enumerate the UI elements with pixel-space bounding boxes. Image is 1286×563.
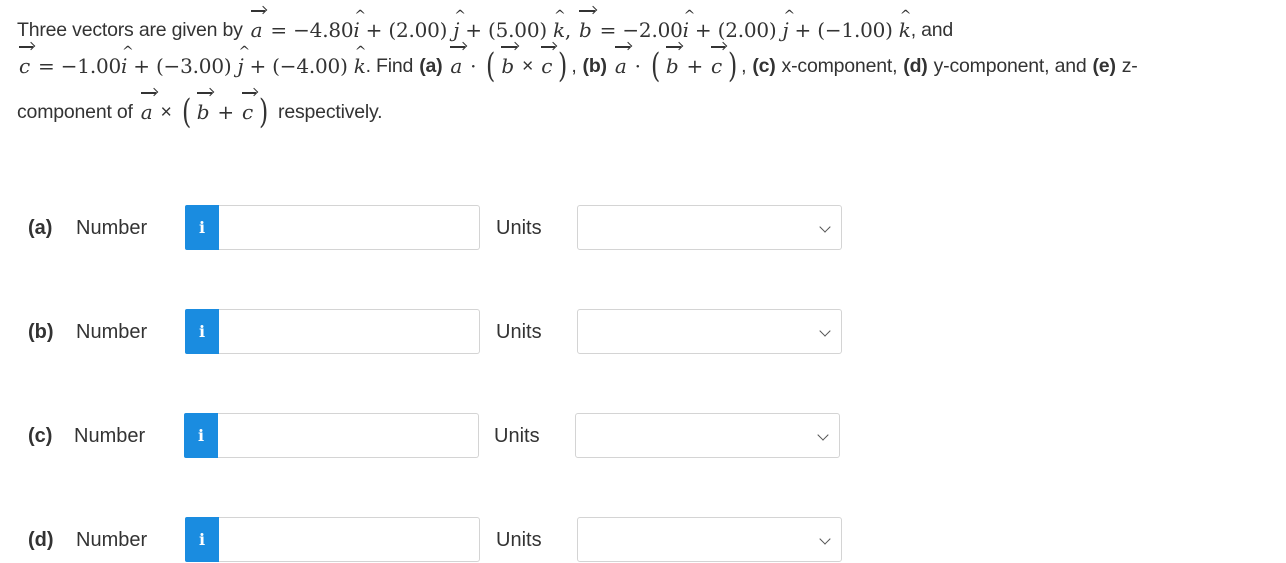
vector-c: c: [539, 46, 556, 83]
right-paren: ): [558, 46, 568, 86]
y-component-text: y-component, and: [933, 55, 1087, 77]
k-hat: k: [354, 35, 366, 83]
vector-a: a: [448, 46, 465, 83]
i-hat: i: [683, 0, 696, 47]
k-hat: k: [553, 0, 565, 47]
vector-b: b: [195, 92, 212, 129]
a-x-value: = −4.80: [270, 18, 354, 42]
number-label: Number: [76, 529, 148, 551]
answer-row-b: (b) Number i Units: [0, 309, 860, 355]
c-z-value: + (−4.00): [249, 54, 348, 78]
info-icon[interactable]: i: [185, 205, 219, 250]
a-z-value: + (5.00): [465, 18, 547, 42]
units-select[interactable]: [577, 205, 842, 250]
part-label: (c): [28, 425, 53, 447]
vector-b: b: [577, 10, 595, 47]
part-b-label: (b): [582, 55, 608, 77]
c-y-value: + (−3.00): [133, 54, 232, 78]
dot-operator: ·: [634, 54, 641, 78]
question-line-3: component of a × ( b + c ) respectively.: [17, 92, 1277, 132]
j-hat: j: [783, 0, 796, 47]
units-label: Units: [496, 321, 542, 343]
answer-row-c: (c) Number i Units: [0, 413, 860, 459]
and-text: , and: [910, 19, 954, 41]
question-text: Three vectors are given by a = −4.80i + …: [17, 0, 1277, 132]
left-paren: (: [181, 92, 191, 132]
units-label: Units: [494, 425, 540, 447]
part-d-label: (d): [903, 55, 928, 77]
vector-b: b: [499, 46, 517, 83]
number-input[interactable]: [219, 309, 480, 354]
component-of-text: component of: [17, 101, 133, 123]
chevron-down-icon: [817, 429, 829, 441]
vector-b: b: [664, 46, 682, 83]
number-label: Number: [76, 321, 148, 343]
vector-c: c: [709, 46, 726, 83]
cross-operator: ×: [522, 55, 534, 77]
right-paren: ): [258, 92, 269, 132]
comma: ,: [571, 55, 577, 77]
part-e-label: (e): [1092, 55, 1116, 77]
j-hat: j: [453, 0, 466, 47]
dot-operator: ·: [470, 54, 477, 78]
units-select[interactable]: [577, 517, 842, 562]
vector-a: a: [249, 10, 266, 47]
answer-row-d: (d) Number i Units: [0, 517, 860, 563]
chevron-down-icon: [819, 533, 831, 545]
j-hat: j: [237, 35, 250, 83]
number-input[interactable]: [219, 205, 480, 250]
z-component-text: z-: [1121, 55, 1138, 77]
number-input[interactable]: [219, 517, 480, 562]
part-a-label: (a): [419, 55, 443, 77]
units-select[interactable]: [577, 309, 842, 354]
plus-operator: +: [686, 54, 703, 78]
question-line-1: Three vectors are given by a = −4.80i + …: [17, 0, 1277, 48]
number-input[interactable]: [218, 413, 479, 458]
vector-a: a: [139, 92, 156, 129]
info-icon[interactable]: i: [185, 309, 219, 354]
comma: ,: [741, 55, 747, 77]
part-label: (d): [28, 529, 54, 551]
chevron-down-icon: [819, 221, 831, 233]
find-text: . Find: [365, 55, 414, 77]
comma: ,: [564, 18, 572, 42]
left-paren: (: [650, 46, 660, 86]
a-y-value: + (2.00): [365, 18, 448, 42]
units-label: Units: [496, 217, 542, 239]
plus-operator: +: [217, 100, 234, 124]
units-label: Units: [496, 529, 542, 551]
b-z-value: + (−1.00): [794, 18, 893, 42]
b-y-value: + (2.00): [694, 18, 777, 42]
number-label: Number: [74, 425, 146, 447]
part-label: (a): [28, 217, 53, 239]
question-line-2: c = −1.00i + (−3.00)j + (−4.00)k . Find …: [17, 35, 1277, 86]
k-hat: k: [899, 0, 911, 47]
respectively-text: respectively.: [278, 101, 383, 123]
units-select[interactable]: [575, 413, 840, 458]
chevron-down-icon: [819, 325, 831, 337]
info-icon[interactable]: i: [185, 517, 219, 562]
right-paren: ): [727, 46, 738, 86]
answer-row-a: (a) Number i Units: [0, 205, 860, 251]
i-hat: i: [121, 35, 134, 83]
c-x-value: = −1.00: [38, 54, 122, 78]
vector-a: a: [613, 46, 630, 83]
cross-operator: ×: [160, 101, 172, 123]
vector-c: c: [240, 92, 256, 129]
number-label: Number: [76, 217, 148, 239]
b-x-value: = −2.00: [599, 18, 683, 42]
part-c-label: (c): [752, 55, 776, 77]
part-label: (b): [28, 321, 54, 343]
vector-c: c: [17, 46, 34, 83]
x-component-text: x-component,: [781, 55, 898, 77]
info-icon[interactable]: i: [184, 413, 218, 458]
left-paren: (: [486, 46, 496, 86]
